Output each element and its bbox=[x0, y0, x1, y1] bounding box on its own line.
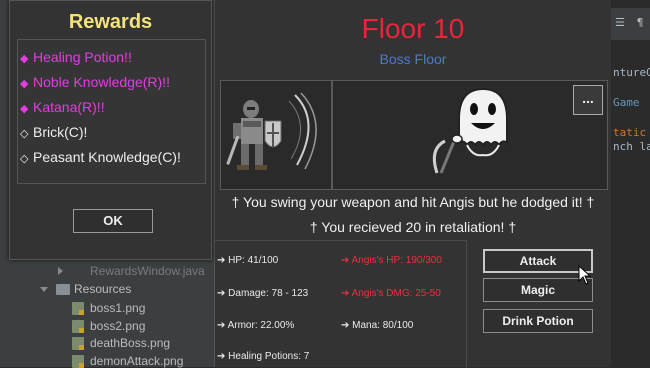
code-line: nch la bbox=[613, 140, 650, 153]
reward-item-label: Healing Potion!! bbox=[33, 49, 132, 65]
rewards-title: Rewards bbox=[68, 11, 153, 33]
ide-toolbar: ☰ ¶ bbox=[607, 8, 650, 41]
actions-panel: Attack Magic Drink Potion bbox=[467, 240, 611, 367]
rewards-list: ◆ Healing Potion!! ◆ Noble Knowledge(R)!! … bbox=[17, 39, 206, 184]
collapse-arrow-icon[interactable] bbox=[40, 287, 48, 292]
code-editor[interactable]: ntureG Game tatic nch la bbox=[607, 40, 650, 367]
expand-arrow-icon[interactable] bbox=[58, 267, 63, 275]
diamond-outline-bullet-icon: ◇ bbox=[20, 152, 29, 165]
reward-item-label: Noble Knowledge(R)!! bbox=[33, 74, 170, 90]
player-sprite-panel bbox=[220, 80, 332, 190]
diamond-outline-bullet-icon: ◇ bbox=[20, 127, 29, 140]
floor-title: Floor 10 bbox=[361, 13, 465, 44]
tree-file[interactable]: boss2.png bbox=[90, 319, 145, 333]
reward-item-label: Peasant Knowledge(C)! bbox=[33, 149, 181, 165]
reward-item[interactable]: ◆ Noble Knowledge(R)!! bbox=[20, 74, 170, 90]
code-line: Game bbox=[613, 96, 640, 109]
image-file-icon bbox=[72, 320, 84, 333]
reward-item[interactable]: ◇ Brick(C)! bbox=[20, 124, 87, 140]
tree-file-rewards-window[interactable]: RewardsWindow.java bbox=[90, 264, 205, 278]
reward-item[interactable]: ◆ Healing Potion!! bbox=[20, 49, 132, 65]
player-hp: ➔ HP: 41/100 bbox=[217, 255, 279, 266]
enemy-damage: ➔ Angis's DMG: 25-50 bbox=[341, 288, 441, 299]
combat-message: † You recieved 20 in retaliation! † bbox=[309, 219, 517, 235]
ok-button[interactable]: OK bbox=[73, 209, 153, 233]
code-line: tatic bbox=[613, 126, 647, 139]
pilcrow-icon[interactable]: ¶ bbox=[633, 16, 647, 30]
list-icon[interactable]: ☰ bbox=[613, 16, 627, 30]
reward-item-label: Katana(R)!! bbox=[33, 99, 105, 115]
player-mana: ➔ Mana: 80/100 bbox=[341, 320, 414, 331]
diamond-bullet-icon: ◆ bbox=[20, 77, 29, 90]
knight-sprite bbox=[226, 92, 317, 170]
enemy-sprite-panel: ... bbox=[332, 80, 608, 190]
folder-icon bbox=[56, 284, 70, 295]
tree-folder-resources[interactable]: Resources bbox=[74, 282, 131, 296]
mouse-cursor-icon bbox=[578, 265, 592, 285]
diamond-bullet-icon: ◆ bbox=[20, 102, 29, 115]
game-window: Floor 10 Boss Floor ... † You swing your… bbox=[214, 0, 611, 368]
image-file-icon bbox=[72, 355, 84, 368]
diamond-bullet-icon: ◆ bbox=[20, 52, 29, 65]
drink-potion-button[interactable]: Drink Potion bbox=[483, 309, 593, 333]
reward-item-label: Brick(C)! bbox=[33, 124, 88, 140]
floor-subtitle: Boss Floor bbox=[379, 51, 447, 67]
player-armor: ➔ Armor: 22.00% bbox=[217, 320, 295, 331]
healing-potions-count: ➔ Healing Potions: 7 bbox=[217, 351, 310, 362]
rewards-window: Rewards ◆ Healing Potion!! ◆ Noble Knowled… bbox=[9, 0, 212, 260]
combat-message: † You swing your weapon and hit Angis bu… bbox=[231, 194, 595, 210]
more-options-button[interactable]: ... bbox=[573, 85, 603, 115]
tree-file[interactable]: demonAttack.png bbox=[90, 354, 183, 368]
tree-file[interactable]: deathBoss.png bbox=[90, 336, 170, 350]
code-line: ntureG bbox=[613, 66, 650, 79]
image-file-icon bbox=[72, 302, 84, 315]
reward-item[interactable]: ◇ Peasant Knowledge(C)! bbox=[20, 149, 181, 165]
stats-panel: ➔ HP: 41/100 ➔ Angis's HP: 190/300 ➔ Dam… bbox=[215, 240, 467, 368]
ghost-boss-sprite bbox=[432, 87, 508, 174]
reward-item[interactable]: ◆ Katana(R)!! bbox=[20, 99, 105, 115]
tree-file[interactable]: boss1.png bbox=[90, 301, 145, 315]
magic-button[interactable]: Magic bbox=[483, 278, 593, 302]
enemy-hp: ➔ Angis's HP: 190/300 bbox=[341, 255, 442, 266]
image-file-icon bbox=[72, 337, 84, 350]
player-damage: ➔ Damage: 78 - 123 bbox=[217, 288, 309, 299]
attack-button[interactable]: Attack bbox=[483, 249, 593, 273]
